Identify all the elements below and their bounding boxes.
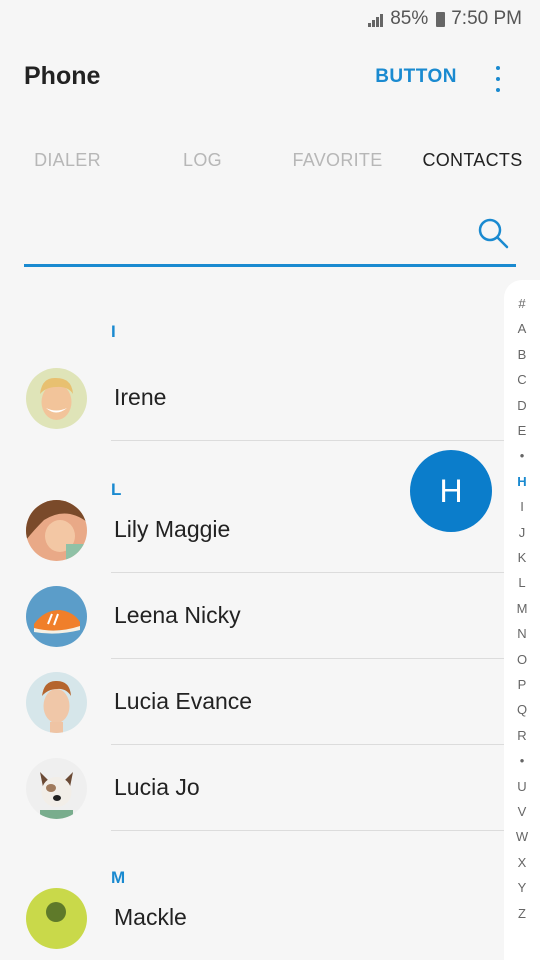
tab-dialer[interactable]: DIALER [0, 138, 135, 186]
search-icon[interactable] [476, 216, 510, 250]
tab-contacts[interactable]: CONTACTS [405, 138, 540, 186]
contact-name: Lily Maggie [114, 516, 231, 542]
contact-row-irene[interactable]: Irene [0, 342, 504, 441]
index-letter[interactable]: Y [504, 880, 540, 895]
index-letter[interactable]: X [504, 855, 540, 870]
index-letter[interactable]: Q [504, 702, 540, 717]
clock: 7:50 PM [451, 8, 522, 29]
contact-name: Irene [114, 384, 167, 410]
index-letter[interactable]: Z [504, 906, 540, 921]
contact-name: Lucia Jo [114, 774, 200, 800]
index-letter[interactable]: A [504, 321, 540, 336]
tab-log[interactable]: LOG [135, 138, 270, 186]
index-letter[interactable]: I [504, 499, 540, 514]
section-header-i: I [111, 322, 116, 341]
status-bar: 85% 7:50 PM [0, 0, 540, 38]
contact-name: Lucia Evance [114, 688, 253, 714]
index-letter[interactable]: M [504, 601, 540, 616]
contact-row-lucia-evance[interactable]: Lucia Evance [0, 646, 504, 745]
alphabet-index[interactable]: # A B C D E • H I J K L M N O P Q R • U V W X Y Z [504, 280, 540, 960]
index-letter[interactable]: J [504, 525, 540, 540]
index-letter[interactable]: K [504, 550, 540, 565]
avatar-orange-sneaker [26, 586, 87, 647]
avatar-green-plant [26, 888, 87, 949]
more-options-icon[interactable] [492, 66, 504, 92]
signal-icon [368, 12, 386, 27]
index-letter[interactable]: • [504, 448, 540, 463]
index-letter[interactable]: R [504, 728, 540, 743]
index-letter[interactable]: W [504, 829, 540, 844]
index-letter[interactable]: P [504, 677, 540, 692]
index-letter[interactable]: V [504, 804, 540, 819]
index-letter[interactable]: U [504, 779, 540, 794]
contact-list: I Irene L Lily Maggie Leena Nicky Lucia … [0, 300, 504, 949]
scroll-letter-indicator: H [410, 450, 492, 532]
tab-favorite[interactable]: FAVORITE [270, 138, 405, 186]
battery-percent: 85% [390, 8, 429, 29]
contact-name: Mackle [114, 904, 187, 930]
tab-bar: DIALER LOG FAVORITE CONTACTS [0, 138, 540, 186]
battery-icon [436, 11, 446, 27]
contact-row-mackle[interactable]: Mackle [0, 862, 500, 949]
page-title: Phone [24, 62, 101, 90]
avatar-dog [26, 758, 87, 819]
contact-row-leena-nicky[interactable]: Leena Nicky [0, 560, 504, 659]
avatar-face-girl [26, 500, 87, 561]
index-letter[interactable]: • [504, 753, 540, 768]
contact-row-lucia-jo[interactable]: Lucia Jo [0, 732, 504, 831]
index-letter[interactable]: D [504, 398, 540, 413]
index-letter[interactable]: B [504, 347, 540, 362]
index-letter[interactable]: O [504, 652, 540, 667]
app-bar: Phone BUTTON [0, 50, 540, 106]
index-letter[interactable]: C [504, 372, 540, 387]
index-letter[interactable]: H [504, 474, 540, 489]
index-letter[interactable]: E [504, 423, 540, 438]
index-letter[interactable]: # [504, 296, 540, 311]
action-button[interactable]: BUTTON [375, 66, 457, 88]
search-input[interactable] [24, 208, 516, 267]
avatar-face-redhead-man [26, 672, 87, 733]
index-letter[interactable]: N [504, 626, 540, 641]
index-letter[interactable]: L [504, 575, 540, 590]
avatar-face-blond-man [26, 368, 87, 429]
contact-name: Leena Nicky [114, 602, 241, 628]
